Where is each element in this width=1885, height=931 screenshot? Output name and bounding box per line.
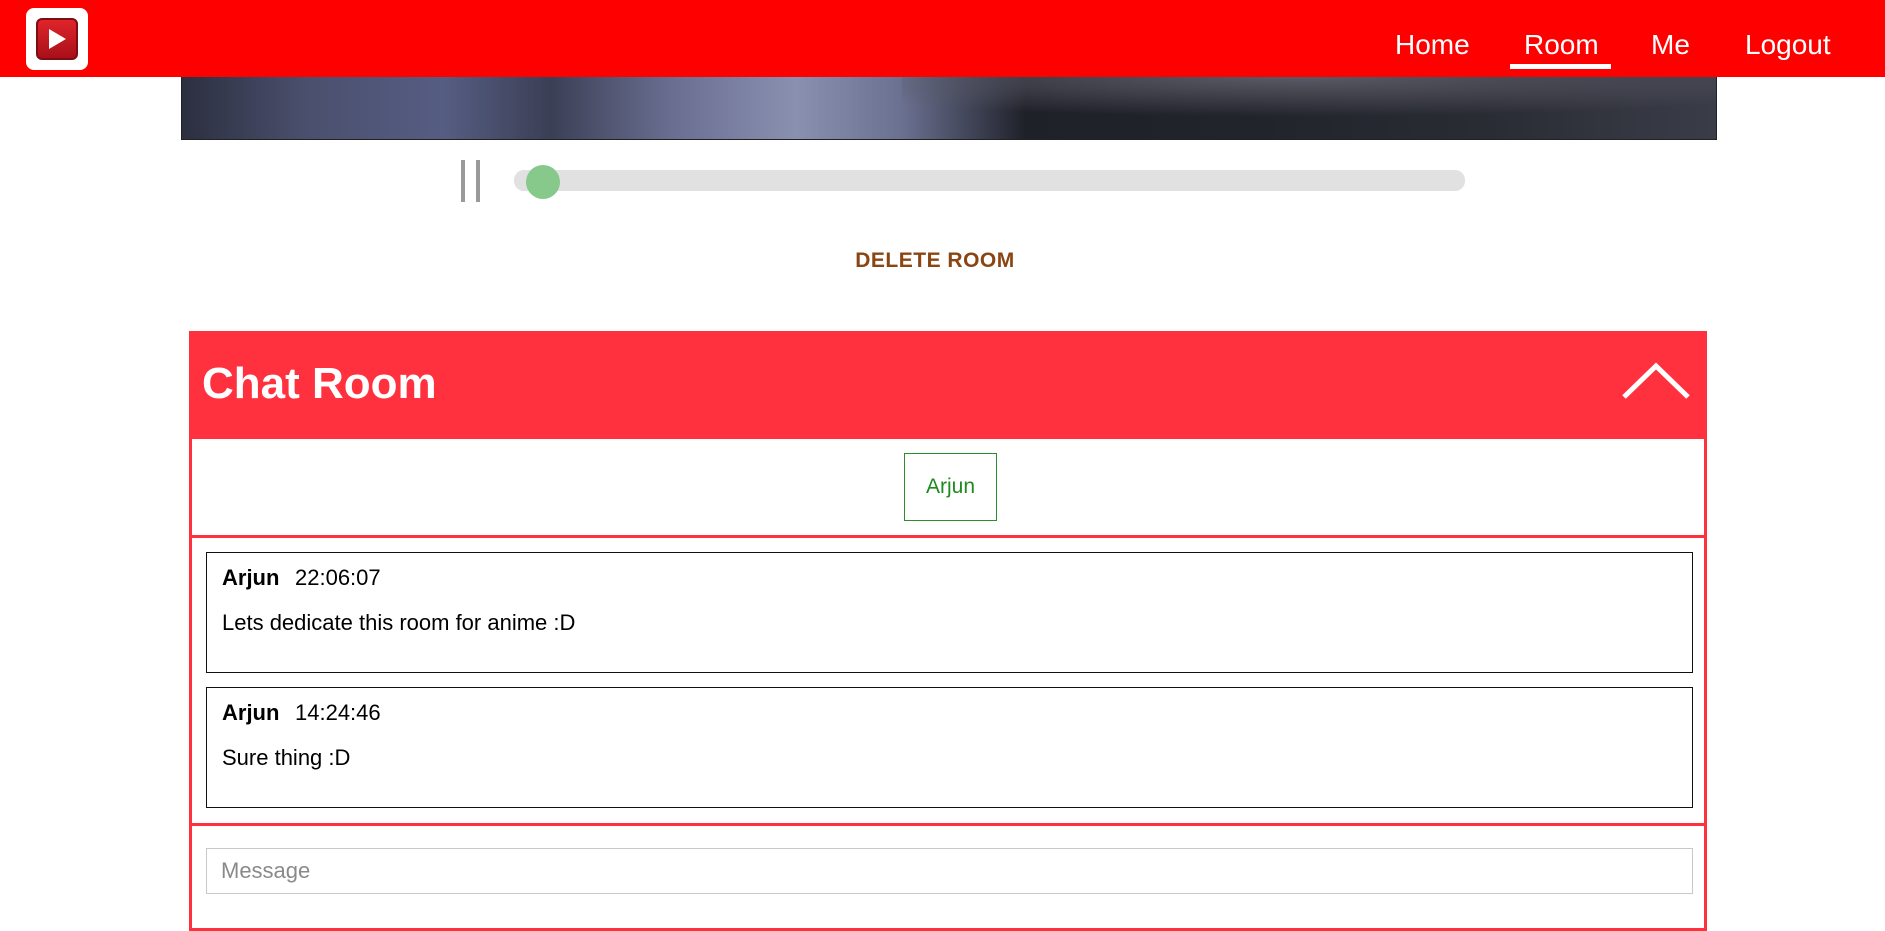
message-author: Arjun [222, 700, 280, 725]
nav-me-link[interactable]: Me [1651, 27, 1690, 63]
top-navbar: Home Room Me Logout [0, 0, 1885, 77]
pause-icon-bar [476, 160, 480, 202]
pause-button[interactable] [459, 160, 483, 202]
chat-title: Chat Room [202, 359, 437, 408]
chat-message: Arjun 14:24:46 Sure thing :D [206, 687, 1693, 808]
nav-home-link[interactable]: Home [1395, 27, 1470, 63]
seek-thumb[interactable] [525, 165, 560, 199]
app-logo[interactable] [26, 8, 88, 70]
message-input[interactable] [206, 848, 1693, 894]
chat-room-panel: Chat Room Arjun Arjun 22:06:07 Lets dedi… [189, 331, 1707, 931]
play-logo-icon [36, 18, 78, 60]
message-text: Sure thing :D [222, 745, 351, 770]
user-chip[interactable]: Arjun [904, 453, 997, 521]
message-author: Arjun [222, 565, 280, 590]
chevron-up-icon[interactable] [1621, 359, 1691, 403]
message-list: Arjun 22:06:07 Lets dedicate this room f… [192, 538, 1704, 826]
delete-room-button[interactable]: DELETE ROOM [0, 249, 1870, 273]
pause-icon [461, 160, 465, 202]
chat-message: Arjun 22:06:07 Lets dedicate this room f… [206, 552, 1693, 673]
chat-header: Chat Room [189, 331, 1707, 439]
nav-room-link[interactable]: Room [1524, 27, 1599, 63]
video-player[interactable] [181, 77, 1717, 140]
video-frame [902, 77, 1716, 117]
message-time: 14:24:46 [295, 700, 381, 725]
seek-bar[interactable] [514, 165, 1465, 199]
nav-active-indicator [1510, 64, 1611, 69]
message-time: 22:06:07 [295, 565, 381, 590]
message-text: Lets dedicate this room for anime :D [222, 610, 576, 635]
nav-logout-link[interactable]: Logout [1745, 27, 1831, 63]
online-users-row: Arjun [192, 439, 1704, 538]
